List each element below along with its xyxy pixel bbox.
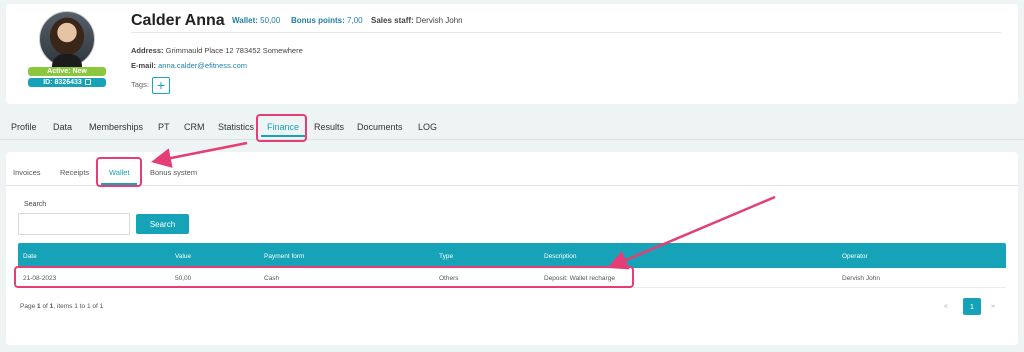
active-subtab-indicator <box>101 183 137 185</box>
sales-staff-value: Dervish John <box>415 16 463 25</box>
pagination-info: Page 1 of 1, items 1 to 1 of 1 <box>20 303 103 310</box>
sales-staff-summary: Sales staff: Dervish John <box>371 16 463 25</box>
cell-type: Others <box>439 275 459 282</box>
subtab-invoices[interactable]: Invoices <box>13 168 41 177</box>
col-value[interactable]: Value <box>175 253 191 260</box>
wallet-summary: Wallet: 50,00 <box>232 16 280 25</box>
table-header: Date Value Payment form Type Description… <box>18 243 1006 268</box>
copy-icon[interactable] <box>84 79 91 85</box>
email-line: E-mail: anna.calder@efitness.com <box>131 61 247 70</box>
wallet-label: Wallet: <box>232 16 258 25</box>
tab-log[interactable]: LOG <box>418 122 437 132</box>
items-total: 1 <box>99 303 104 310</box>
tab-memberships[interactable]: Memberships <box>89 122 143 132</box>
col-operator[interactable]: Operator <box>842 253 868 260</box>
member-name: Calder Anna <box>131 12 225 29</box>
active-tab-indicator <box>261 135 306 137</box>
col-date[interactable]: Date <box>23 253 37 260</box>
next-page-button[interactable]: » <box>991 303 995 310</box>
add-tag-button[interactable]: + <box>152 77 170 94</box>
items-from: 1 <box>74 303 78 310</box>
address-label: Address: <box>131 46 164 55</box>
bonus-summary: Bonus points: 7,00 <box>291 16 363 25</box>
col-type[interactable]: Type <box>439 253 453 260</box>
current-page-button[interactable]: 1 <box>963 298 981 315</box>
sales-staff-label: Sales staff: <box>371 16 414 25</box>
email-link[interactable]: anna.calder@efitness.com <box>158 61 247 70</box>
page-prefix: Page <box>20 303 36 310</box>
tab-crm[interactable]: CRM <box>184 122 205 132</box>
items-to-label: to <box>79 303 86 310</box>
bonus-label: Bonus points: <box>291 16 345 25</box>
items-label: , items <box>53 303 73 310</box>
subtab-divider <box>6 185 1018 186</box>
wallet-value: 50,00 <box>260 16 281 25</box>
header-divider <box>131 32 1001 33</box>
tab-documents[interactable]: Documents <box>357 122 403 132</box>
cell-date: 21-08-2023 <box>23 275 57 282</box>
tab-finance[interactable]: Finance <box>267 122 299 132</box>
tab-results[interactable]: Results <box>314 122 344 132</box>
address-value: Grimmauld Place 12 783452 Somewhere <box>165 46 303 55</box>
tab-data[interactable]: Data <box>53 122 72 132</box>
tab-pt[interactable]: PT <box>158 122 170 132</box>
prev-page-button[interactable]: « <box>944 303 948 310</box>
subtab-receipts[interactable]: Receipts <box>60 168 89 177</box>
tags-label: Tags: <box>131 80 149 89</box>
member-id-label: ID: 8326433 <box>43 79 82 86</box>
search-button[interactable]: Search <box>136 214 189 234</box>
col-payment-form[interactable]: Payment form <box>264 253 304 260</box>
page-number: 1 <box>37 303 41 310</box>
bonus-value: 7,00 <box>347 16 363 25</box>
cell-operator: Dervish John <box>842 275 880 282</box>
avatar-shirt <box>52 54 82 67</box>
tab-statistics[interactable]: Statistics <box>218 122 254 132</box>
cell-payment-form: Cash <box>264 275 280 282</box>
email-label: E-mail: <box>131 61 157 70</box>
search-label: Search <box>24 201 47 208</box>
address-line: Address: Grimmauld Place 12 783452 Somew… <box>131 46 303 55</box>
status-badge: Active: New <box>28 67 106 76</box>
table-row[interactable]: 21-08-2023 50,00 Cash Others Deposit: Wa… <box>18 268 1006 288</box>
page-of: of <box>42 303 48 310</box>
items-to: 1 <box>86 303 91 310</box>
wallet-table: Date Value Payment form Type Description… <box>18 243 1006 288</box>
tab-profile[interactable]: Profile <box>11 122 37 132</box>
tab-bar-divider <box>0 139 1024 140</box>
search-input[interactable] <box>18 213 130 235</box>
cell-value: 50,00 <box>175 275 192 282</box>
items-of: of <box>92 303 98 310</box>
col-description[interactable]: Description <box>544 253 577 260</box>
member-id-badge[interactable]: ID: 8326433 <box>28 78 106 87</box>
main-tab-bar: Profile Data Memberships PT CRM Statisti… <box>0 115 1024 139</box>
cell-description: Deposit: Wallet recharge <box>544 275 615 282</box>
subtab-bonus-system[interactable]: Bonus system <box>150 168 197 177</box>
subtab-wallet[interactable]: Wallet <box>109 168 130 177</box>
